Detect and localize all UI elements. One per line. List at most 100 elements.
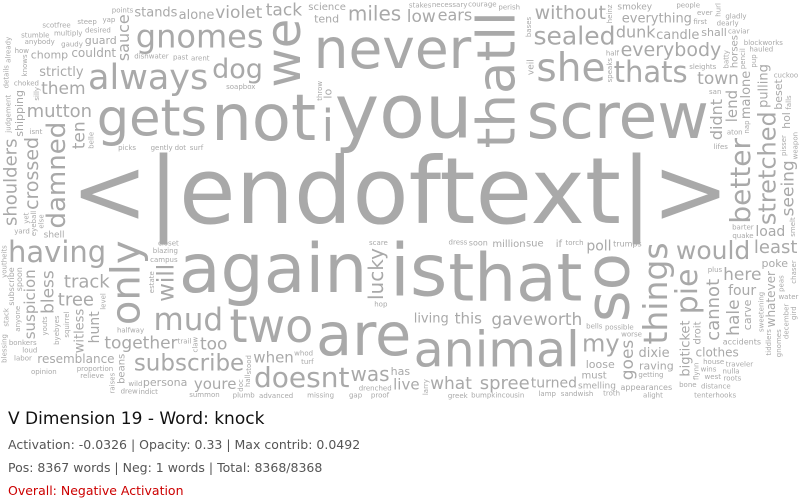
cloud-word: stood (245, 355, 253, 374)
activation-stats: Activation: -0.0326 | Opacity: 0.33 | Ma… (8, 437, 361, 452)
cloud-word: bigticket (678, 320, 693, 376)
cloud-word: never (314, 17, 472, 81)
cloud-word: droit (692, 321, 703, 344)
cloud-word: courage (468, 0, 497, 8)
cloud-word: gladly (725, 12, 746, 20)
cloud-word: tack (266, 0, 302, 20)
cloud-word: thatll (467, 11, 528, 148)
cloud-word: stumble (21, 31, 49, 39)
cloud-word: lucky (364, 248, 388, 300)
cloud-word: hop (374, 301, 388, 309)
cloud-word: weapon (791, 132, 799, 159)
cloud-word: blazing (153, 247, 178, 255)
cloud-word: seeing (779, 160, 799, 216)
cloud-word: else (37, 214, 45, 228)
cloud-word: living (414, 311, 449, 326)
cloud-word: crossed (21, 137, 43, 210)
cloud-word: points (112, 6, 134, 14)
cloud-word: surf (190, 144, 204, 152)
cloud-word: campus (150, 256, 178, 264)
cloud-word: hunt (87, 311, 103, 344)
cloud-word: carve (741, 299, 754, 330)
cloud-word: opinion (31, 368, 57, 376)
cloud-word: halfway (117, 327, 144, 335)
cloud-word: pie (670, 268, 705, 314)
cloud-word: witless (72, 309, 87, 354)
cloud-word: are (316, 300, 411, 369)
cloud-word: yap (102, 16, 115, 24)
cloud-word: i (322, 100, 334, 151)
cloud-word: sauce (114, 14, 133, 61)
cloud-word: raises (108, 372, 116, 393)
cloud-word: proof (371, 392, 390, 400)
cloud-word: loose (586, 358, 615, 371)
cloud-word: youtheits (0, 245, 8, 278)
cloud-word: arent (191, 54, 210, 62)
cloud-word: scare (369, 239, 388, 247)
cloud-word: too (200, 334, 227, 354)
cloud-word: desired (85, 26, 111, 34)
cloud-word: labor (14, 355, 32, 363)
cloud-word: has (391, 365, 411, 378)
cloud-word: choked (14, 79, 39, 87)
cloud-word: cuckoo (774, 71, 799, 79)
cloud-word: steep (77, 18, 97, 26)
cloud-word: peas (777, 275, 785, 292)
cloud-word: persona (143, 376, 187, 389)
cloud-word: mutton (27, 101, 92, 122)
cloud-word: goes (618, 340, 638, 381)
cloud-word: if (556, 239, 563, 250)
cloud-word: silly (33, 87, 41, 101)
cloud-word: level (99, 293, 107, 310)
cloud-word: gap (349, 392, 363, 400)
cloud-word: always (88, 58, 208, 98)
cloud-word: alight (643, 392, 663, 400)
cloud-word: without (535, 2, 606, 24)
cloud-word: yard (14, 228, 30, 236)
cloud-word: first (693, 18, 707, 26)
cloud-word: lifes (714, 143, 729, 151)
cloud-word: west (705, 373, 722, 381)
cloud-word: accidents (723, 337, 761, 346)
cloud-word: barter (732, 224, 754, 232)
cloud-word: dog (212, 54, 263, 85)
cloud-word: blessing (1, 334, 9, 363)
cloud-word: how (15, 47, 30, 55)
cloud-word: summon (189, 391, 219, 399)
cloud-word: stands (134, 5, 177, 20)
cloud-word: load (755, 224, 785, 240)
cloud-word: dishwater (134, 53, 169, 61)
cloud-word: pisser (780, 135, 788, 156)
cloud-word: soapbox (226, 83, 255, 91)
cloud-word: two (230, 299, 314, 353)
cloud-word: shipping (13, 90, 26, 137)
cloud-word: when (253, 348, 294, 366)
cloud-word: past (173, 53, 188, 61)
cloud-word: advanced (259, 392, 293, 400)
cloud-word: distance (701, 383, 731, 391)
cloud-word: will (153, 264, 179, 302)
cloud-word: gaudy (61, 41, 83, 49)
cloud-word: smokey (617, 3, 652, 13)
cloud-word: appearances (621, 383, 673, 392)
cloud-word: gave (491, 310, 533, 330)
cloud-word: trail (178, 338, 192, 346)
cloud-word: details (2, 65, 10, 89)
cloud-word: speaks (606, 58, 614, 83)
cloud-word: better (724, 137, 757, 223)
cloud-word: chomp (31, 48, 68, 61)
cloud-word: tree (58, 289, 94, 310)
cloud-word: tenterhooks (694, 392, 736, 400)
cloud-word: turf (301, 358, 314, 366)
cloud-word: throw (316, 81, 324, 101)
cloud-word: multiply (54, 29, 82, 37)
cloud-word: roots (724, 375, 742, 383)
cloud-word: malone (739, 71, 754, 119)
cloud-word: million (492, 239, 525, 250)
cloud-word: strictly (39, 65, 84, 80)
cloud-word: isnt (30, 128, 43, 136)
cloud-word: bells (586, 323, 603, 331)
cloud-word: worse (621, 330, 642, 338)
cloud-word: blockworks (744, 39, 784, 47)
cloud-word: flynn (692, 363, 700, 380)
